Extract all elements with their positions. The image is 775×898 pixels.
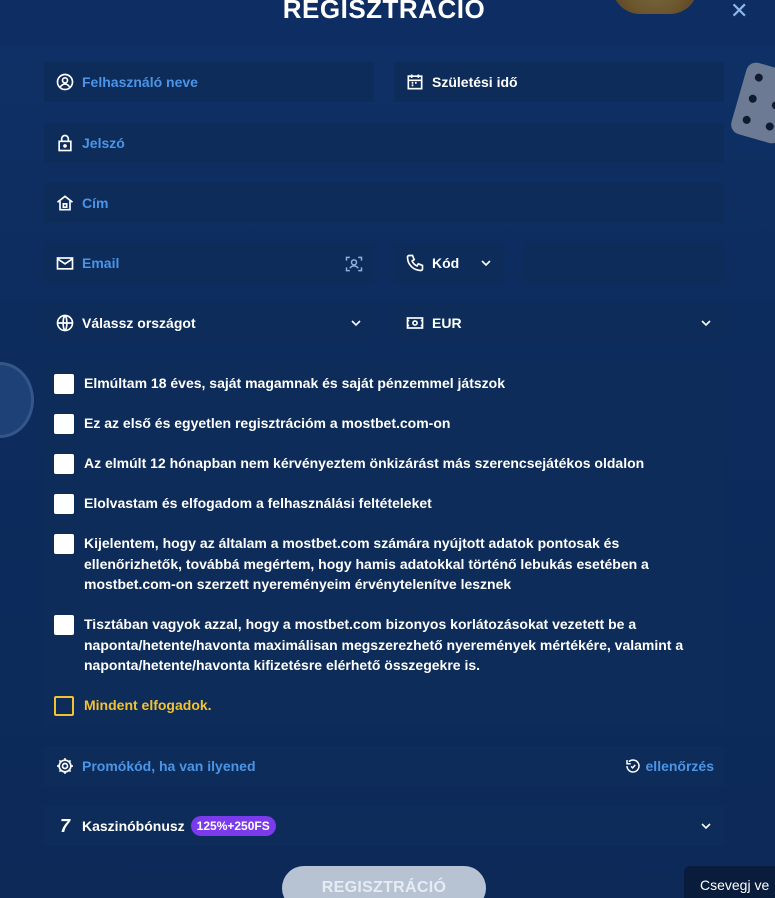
chat-label[interactable]: Csevegj ve xyxy=(700,877,769,893)
country-select[interactable]: Válassz országot xyxy=(44,303,374,343)
currency-label: EUR xyxy=(432,315,462,331)
birthdate-field[interactable]: Születési idő xyxy=(394,62,724,102)
calendar-icon xyxy=(404,71,426,93)
consent-text: Kijelentem, hogy az általam a mostbet.co… xyxy=(84,535,649,592)
consent-text: Az elmúlt 12 hónapban nem kérvényeztem ö… xyxy=(84,455,645,471)
banknote-icon xyxy=(404,312,426,334)
casino-seven-icon: 7 xyxy=(59,815,70,836)
consent-text: Ez az első és egyetlen regisztrációm a m… xyxy=(84,415,451,431)
consent-item[interactable]: Az elmúlt 12 hónapban nem kérvényeztem ö… xyxy=(54,453,714,474)
chevron-down-icon xyxy=(698,315,714,331)
accept-all-text: Mindent elfogadok. xyxy=(84,697,212,713)
bonus-label: Kaszinóbónusz xyxy=(82,818,185,834)
password-field[interactable]: Jelszó xyxy=(44,123,724,163)
address-placeholder: Cím xyxy=(82,195,109,211)
phone-code-select[interactable]: Kód xyxy=(394,243,504,283)
country-label: Válassz országot xyxy=(82,315,196,331)
accept-all-checkbox[interactable] xyxy=(54,696,74,716)
checkbox[interactable] xyxy=(54,494,74,514)
consent-text: Elolvastam és elfogadom a felhasználási … xyxy=(84,495,432,511)
password-placeholder: Jelszó xyxy=(82,135,125,151)
address-field[interactable]: Cím xyxy=(44,183,724,223)
consent-text: Elmúltam 18 éves, saját magamnak és sajá… xyxy=(84,375,505,391)
user-circle-icon xyxy=(54,71,76,93)
chevron-down-icon xyxy=(478,255,494,271)
home-icon xyxy=(54,192,76,214)
close-icon[interactable]: ✕ xyxy=(730,0,748,24)
username-placeholder: Felhasználó neve xyxy=(82,74,198,90)
refresh-icon xyxy=(625,759,640,773)
username-field[interactable]: Felhasználó neve xyxy=(44,62,374,102)
lock-icon xyxy=(54,132,76,154)
checkbox[interactable] xyxy=(54,374,74,394)
consent-item[interactable]: Elmúltam 18 éves, saját magamnak és sajá… xyxy=(54,373,714,394)
consent-checklist: Elmúltam 18 éves, saját magamnak és sajá… xyxy=(44,364,724,726)
consent-item[interactable]: Ez az első és egyetlen regisztrációm a m… xyxy=(54,413,714,434)
promo-check-button[interactable]: ellenőrzés xyxy=(624,757,714,775)
phone-code-label: Kód xyxy=(432,255,460,271)
register-button[interactable]: REGISZTRÁCIÓ xyxy=(282,866,486,898)
globe-icon xyxy=(54,312,76,334)
face-scan-icon[interactable] xyxy=(344,254,364,277)
checkbox[interactable] xyxy=(54,534,74,554)
consent-item[interactable]: Kijelentem, hogy az általam a mostbet.co… xyxy=(54,533,714,595)
bonus-select[interactable]: 7 Kaszinóbónusz 125%+250FS xyxy=(44,806,724,846)
checkbox[interactable] xyxy=(54,615,74,635)
checkbox[interactable] xyxy=(54,414,74,434)
modal-title: REGISZTRÁCIÓ xyxy=(282,0,486,24)
consent-item[interactable]: Tisztában vagyok azzal, hogy a mostbet.c… xyxy=(54,614,714,676)
checkbox[interactable] xyxy=(54,454,74,474)
envelope-icon xyxy=(54,252,76,274)
registration-modal: REGISZTRÁCIÓ ✕ Felhasználó neve Születés… xyxy=(0,0,775,898)
gear-icon xyxy=(54,755,76,777)
phone-number-input[interactable] xyxy=(524,243,724,283)
chevron-down-icon xyxy=(698,818,714,834)
bonus-badge: 125%+250FS xyxy=(190,816,276,836)
phone-icon xyxy=(404,252,426,274)
currency-select[interactable]: EUR xyxy=(394,303,724,343)
birthdate-label: Születési idő xyxy=(432,74,518,90)
accept-all-item[interactable]: Mindent elfogadok. xyxy=(54,695,714,716)
chevron-down-icon xyxy=(348,315,364,331)
consent-text: Tisztában vagyok azzal, hogy a mostbet.c… xyxy=(84,616,684,673)
promo-code-placeholder: Promókód, ha van ilyened xyxy=(82,758,256,774)
promo-code-field[interactable]: Promókód, ha van ilyened ellenőrzés xyxy=(44,746,724,786)
consent-item[interactable]: Elolvastam és elfogadom a felhasználási … xyxy=(54,493,714,514)
email-field[interactable]: Email xyxy=(44,243,374,283)
email-placeholder: Email xyxy=(82,255,120,271)
promo-check-label: ellenőrzés xyxy=(645,758,714,774)
